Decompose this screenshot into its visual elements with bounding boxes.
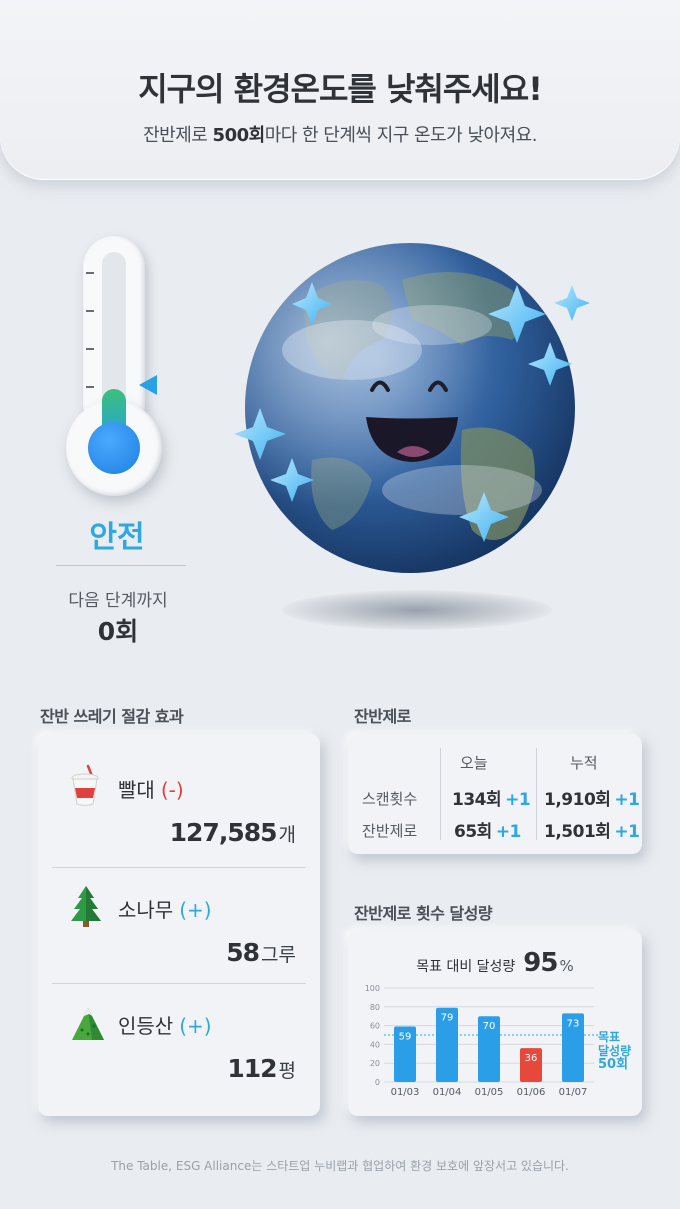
item-sign: (+) (179, 898, 212, 922)
smiling-earth-illustration (232, 230, 602, 630)
increment: +1 (614, 822, 640, 842)
subtitle-suffix: 마다 한 단계씩 지구 온도가 낮아져요. (264, 125, 538, 146)
subtitle-count: 500회 (212, 125, 266, 146)
row-label-zero: 잔반제로 (362, 822, 418, 840)
row-label-scan: 스캔횟수 (362, 790, 418, 808)
reduction-item-label: 빨대 (-) (118, 774, 184, 803)
y-tick-label: 0 (375, 1078, 380, 1087)
increment: +1 (495, 822, 522, 842)
reduction-section-title: 잔반 쓰레기 절감 효과 (40, 707, 184, 726)
item-value: 127,585 (169, 818, 278, 847)
column-divider (440, 748, 441, 840)
next-stage-count: 0회 (97, 617, 139, 646)
item-name: 소나무 (118, 898, 174, 922)
item-unit: 그루 (261, 944, 296, 966)
thermometer-tick (86, 310, 94, 312)
y-tick-label: 60 (370, 1022, 380, 1031)
thermometer-tick (86, 272, 94, 274)
achievement-bar-chart: 0 20 40 60 80 100 59 01/03 79 01/04 70 01/05 36 01/06… (365, 984, 598, 1098)
globe-shine (245, 243, 575, 573)
thermometer-tick (86, 386, 94, 388)
mountain-icon (72, 1008, 104, 1040)
value: 65회 (454, 822, 492, 842)
bar-value-label: 79 (441, 1013, 454, 1024)
item-unit: 평 (278, 1060, 296, 1082)
reduction-item-value: 112 평 (227, 1054, 296, 1083)
reduction-item-straw: 빨대 (-) 127,585 개 (38, 734, 320, 850)
column-divider (536, 748, 537, 840)
bar-value-label: 73 (567, 1018, 580, 1029)
column-header-today: 오늘 (460, 754, 488, 772)
reduction-item-value: 127,585 개 (170, 818, 296, 847)
goal-value: 50회 (598, 1057, 629, 1072)
x-tick-label: 01/06 (517, 1087, 546, 1098)
thermometer-icon (66, 236, 162, 498)
goal-label: 목표 (598, 1030, 621, 1044)
page-subtitle: 잔반제로 500회마다 한 단계씩 지구 온도가 낮아져요. (0, 121, 680, 147)
achievement-section-title: 잔반제로 횟수 달성량 (354, 904, 493, 923)
reduction-card: 빨대 (-) 127,585 개 소나무 (+) 58 그루 인등산 (+) 112 평 (38, 734, 320, 1116)
level-pointer-icon (139, 375, 157, 395)
reduction-item-label: 인등산 (+) (118, 1010, 212, 1039)
item-value: 58 (226, 938, 260, 967)
x-tick-label: 01/04 (433, 1087, 462, 1098)
increment: +1 (505, 790, 531, 810)
bar-value-label: 59 (399, 1032, 412, 1043)
thermometer-tick (86, 348, 94, 350)
y-tick-label: 100 (365, 984, 380, 993)
item-name: 빨대 (118, 778, 155, 802)
status-divider (56, 565, 186, 566)
bar-value-label: 36 (525, 1053, 538, 1064)
footer-text: The Table, ESG Alliance는 스타트업 누비랩과 협업하여 … (111, 1159, 569, 1173)
stats-card: 오늘 누적 스캔횟수 134회 +1 1,910회 +1 잔반제로 65회 +1 1,… (348, 734, 642, 854)
increment: +1 (614, 790, 640, 810)
reduction-item-mountain: 인등산 (+) 112 평 (38, 970, 320, 1086)
value: 1,910회 (544, 790, 611, 810)
goal-label: 달성량 (598, 1044, 632, 1058)
next-stage-label: 다음 단계까지 (68, 591, 168, 611)
item-value: 112 (227, 1054, 277, 1083)
item-sign: (+) (179, 1014, 212, 1038)
y-tick-label: 80 (370, 1003, 380, 1012)
pine-tree-icon (71, 886, 101, 927)
page-title: 지구의 환경온도를 낮춰주세요! (138, 70, 543, 108)
x-tick-label: 01/05 (475, 1087, 504, 1098)
y-tick-label: 20 (370, 1059, 380, 1068)
goal-legend: 목표 달성량 50회 (598, 1030, 631, 1072)
value: 134회 (452, 790, 502, 810)
item-unit: 개 (278, 824, 296, 846)
reduction-item-label: 소나무 (+) (118, 894, 212, 923)
column-header-total: 누적 (570, 754, 598, 772)
achievement-card: 목표 대비 달성량 95% 0 20 40 60 80 100 59 01/03 79 01/04 7… (348, 930, 642, 1116)
reduction-item-pine: 소나무 (+) 58 그루 (38, 854, 320, 970)
y-tick-label: 40 (370, 1040, 380, 1049)
value: 1,501회 (544, 822, 611, 842)
item-name: 인등산 (118, 1014, 174, 1038)
x-tick-label: 01/07 (559, 1087, 588, 1098)
reduction-item-value: 58 그루 (226, 938, 296, 967)
cup-straw-icon (71, 764, 99, 806)
header-card: 지구의 환경온도를 낮춰주세요! 잔반제로 500회마다 한 단계씩 지구 온도… (0, 0, 680, 180)
bar-value-label: 70 (483, 1021, 496, 1032)
earth-icon (234, 243, 590, 573)
scan-total-value: 1,910회 +1 (544, 785, 640, 810)
item-sign: (-) (160, 778, 184, 802)
zero-total-value: 1,501회 +1 (544, 817, 640, 842)
temperature-status: 안전 (89, 520, 145, 555)
subtitle-prefix: 잔반제로 (143, 125, 213, 146)
zero-today-value: 65회 +1 (454, 817, 521, 842)
x-tick-label: 01/03 (391, 1087, 420, 1098)
sparkle-icon (554, 285, 590, 321)
stats-section-title: 잔반제로 (354, 707, 411, 726)
thermometer-ball (88, 422, 140, 474)
globe-shadow (282, 590, 552, 630)
scan-today-value: 134회 +1 (452, 785, 531, 810)
